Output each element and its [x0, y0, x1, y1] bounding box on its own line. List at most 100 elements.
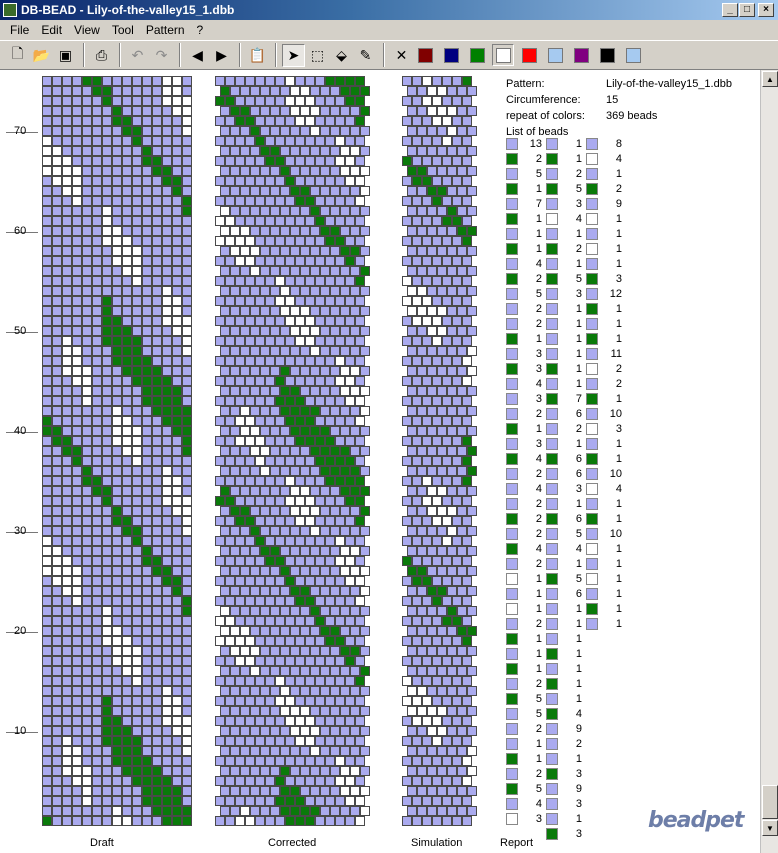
bead-cell[interactable]	[325, 116, 335, 126]
bead-cell[interactable]	[132, 146, 142, 156]
bead-cell[interactable]	[250, 126, 260, 136]
bead-cell[interactable]	[240, 166, 250, 176]
bead-cell[interactable]	[255, 196, 265, 206]
bead-cell[interactable]	[345, 156, 355, 166]
bead-cell[interactable]	[162, 596, 172, 606]
bead-cell[interactable]	[345, 316, 355, 326]
bead-cell[interactable]	[82, 356, 92, 366]
bead-cell[interactable]	[285, 176, 295, 186]
bead-cell[interactable]	[42, 456, 52, 466]
bead-cell[interactable]	[162, 516, 172, 526]
bead-cell[interactable]	[295, 796, 305, 806]
bead-cell[interactable]	[355, 396, 365, 406]
bead-cell[interactable]	[355, 136, 365, 146]
bead-cell[interactable]	[230, 346, 240, 356]
bead-cell[interactable]	[295, 76, 305, 86]
bead-cell[interactable]	[62, 666, 72, 676]
bead-cell[interactable]	[230, 786, 240, 796]
bead-cell[interactable]	[182, 516, 192, 526]
bead-cell[interactable]	[265, 716, 275, 726]
bead-cell[interactable]	[122, 236, 132, 246]
bead-cell[interactable]	[92, 796, 102, 806]
bead-cell[interactable]	[112, 476, 122, 486]
bead-cell[interactable]	[335, 536, 345, 546]
menu-tool[interactable]: Tool	[106, 23, 140, 37]
bead-cell[interactable]	[310, 346, 320, 356]
bead-cell[interactable]	[162, 96, 172, 106]
bead-cell[interactable]	[325, 536, 335, 546]
bead-cell[interactable]	[240, 766, 250, 776]
bead-cell[interactable]	[320, 186, 330, 196]
bead-cell[interactable]	[142, 186, 152, 196]
bead-cell[interactable]	[275, 236, 285, 246]
bead-cell[interactable]	[52, 736, 62, 746]
bead-cell[interactable]	[335, 376, 345, 386]
bead-cell[interactable]	[132, 586, 142, 596]
bead-cell[interactable]	[52, 486, 62, 496]
bead-cell[interactable]	[92, 266, 102, 276]
bead-cell[interactable]	[250, 546, 260, 556]
bead-cell[interactable]	[122, 326, 132, 336]
bead-cell[interactable]	[142, 796, 152, 806]
bead-cell[interactable]	[285, 376, 295, 386]
bead-cell[interactable]	[220, 406, 230, 416]
bead-cell[interactable]	[245, 296, 255, 306]
bead-cell[interactable]	[52, 616, 62, 626]
bead-cell[interactable]	[225, 256, 235, 266]
bead-cell[interactable]	[112, 536, 122, 546]
bead-cell[interactable]	[152, 316, 162, 326]
bead-cell[interactable]	[92, 186, 102, 196]
bead-cell[interactable]	[62, 816, 72, 826]
bead-cell[interactable]	[182, 506, 192, 516]
bead-cell[interactable]	[42, 76, 52, 86]
bead-cell[interactable]	[62, 506, 72, 516]
bead-cell[interactable]	[275, 276, 285, 286]
bead-cell[interactable]	[182, 806, 192, 816]
bead-cell[interactable]	[142, 406, 152, 416]
bead-cell[interactable]	[280, 686, 290, 696]
bead-cell[interactable]	[250, 186, 260, 196]
bead-cell[interactable]	[215, 216, 225, 226]
bead-cell[interactable]	[182, 216, 192, 226]
bead-cell[interactable]	[182, 236, 192, 246]
bead-cell[interactable]	[230, 726, 240, 736]
bead-cell[interactable]	[162, 656, 172, 666]
bead-cell[interactable]	[152, 546, 162, 556]
bead-cell[interactable]	[260, 166, 270, 176]
bead-cell[interactable]	[265, 436, 275, 446]
bead-cell[interactable]	[340, 626, 350, 636]
bead-cell[interactable]	[305, 656, 315, 666]
bead-cell[interactable]	[142, 366, 152, 376]
bead-cell[interactable]	[355, 416, 365, 426]
bead-cell[interactable]	[320, 646, 330, 656]
bead-cell[interactable]	[215, 356, 225, 366]
bead-cell[interactable]	[132, 766, 142, 776]
bead-cell[interactable]	[142, 156, 152, 166]
bead-cell[interactable]	[230, 226, 240, 236]
bead-cell[interactable]	[92, 716, 102, 726]
bead-cell[interactable]	[340, 226, 350, 236]
bead-cell[interactable]	[102, 456, 112, 466]
bead-cell[interactable]	[335, 256, 345, 266]
bead-cell[interactable]	[42, 586, 52, 596]
bead-cell[interactable]	[52, 536, 62, 546]
bead-cell[interactable]	[220, 286, 230, 296]
bead-cell[interactable]	[355, 176, 365, 186]
bead-cell[interactable]	[162, 586, 172, 596]
bead-cell[interactable]	[335, 296, 345, 306]
bead-cell[interactable]	[350, 526, 360, 536]
bead-cell[interactable]	[340, 366, 350, 376]
bead-cell[interactable]	[220, 466, 230, 476]
bead-cell[interactable]	[255, 616, 265, 626]
bead-cell[interactable]	[345, 416, 355, 426]
bead-cell[interactable]	[240, 406, 250, 416]
bead-cell[interactable]	[122, 736, 132, 746]
bead-cell[interactable]	[142, 246, 152, 256]
bead-cell[interactable]	[320, 146, 330, 156]
bead-cell[interactable]	[82, 306, 92, 316]
bead-cell[interactable]	[152, 366, 162, 376]
bead-cell[interactable]	[172, 146, 182, 156]
bead-cell[interactable]	[72, 576, 82, 586]
bead-cell[interactable]	[72, 816, 82, 826]
bead-cell[interactable]	[112, 736, 122, 746]
